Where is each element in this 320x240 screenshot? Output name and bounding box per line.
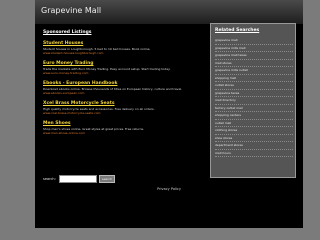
search-input[interactable] [59,175,97,183]
listing-item: Men Shoes Shop men's shoes online. Great … [43,121,203,135]
related-search-link[interactable]: shoe stores [215,135,293,142]
related-search-link[interactable]: mall hours [215,150,293,157]
search-label: search: [43,177,56,181]
section-title: Sponsored Listings [43,30,92,35]
listing-url-link[interactable]: www.xcel-brass-motorcycle-seats.com [43,111,203,115]
related-searches-list: grapevine mall grapevine mills mall grapev… [215,37,293,157]
related-search-link[interactable]: grapevine mall texas [215,52,293,60]
footer-link[interactable]: Privacy Policy [35,187,303,192]
related-search-link[interactable]: shopping mall [215,75,293,82]
related-searches-panel: Related Searches grapevine mall grapevine… [210,23,296,178]
site-title: Grapevine Mall [41,6,102,15]
related-search-link[interactable]: grapevine mills mall [215,45,293,52]
listing-item: Xcel Brass Motorcycle Seats High quality … [43,101,203,115]
sponsored-listings: Sponsored Listings Student Houses Student… [43,30,203,141]
header-bar: Grapevine Mall [35,0,303,25]
listing-item: Euro Money Trading Trade the markets with… [43,61,203,75]
related-search-link[interactable]: clothing stores [215,127,293,135]
related-searches-title: Related Searches [215,28,260,33]
listing-item: Student Houses Student houses in Loughbor… [43,41,203,55]
related-search-link[interactable]: grapevine mills outlet [215,67,293,75]
listing-list: Student Houses Student houses in Loughbor… [43,41,203,135]
related-search-link[interactable]: mall directory [215,97,293,105]
listing-item: Ebooks - European Handbook Download ebook… [43,81,203,95]
listing-url-link[interactable]: www.ebooks-european.com [43,91,203,95]
search-button[interactable]: search [99,175,115,183]
related-search-link[interactable]: department stores [215,142,293,150]
related-search-link[interactable]: mall stores [215,60,293,67]
related-search-link[interactable]: outlet stores [215,82,293,90]
listing-url-link[interactable]: www.men-shoes-online.com [43,131,203,135]
related-search-link[interactable]: shopping centers [215,112,293,120]
listing-url-link[interactable]: www.student-houses-loughborough.com [43,51,203,55]
related-search-link[interactable]: grapevine mall [215,37,293,45]
page-frame: Grapevine Mall Sponsored Listings Studen… [35,0,303,228]
related-search-link[interactable]: grapevine texas [215,90,293,97]
related-search-link[interactable]: factory outlet mall [215,105,293,112]
listing-url-link[interactable]: www.euro-money-trading.com [43,71,203,75]
related-search-link[interactable]: outlet mall [215,120,293,127]
